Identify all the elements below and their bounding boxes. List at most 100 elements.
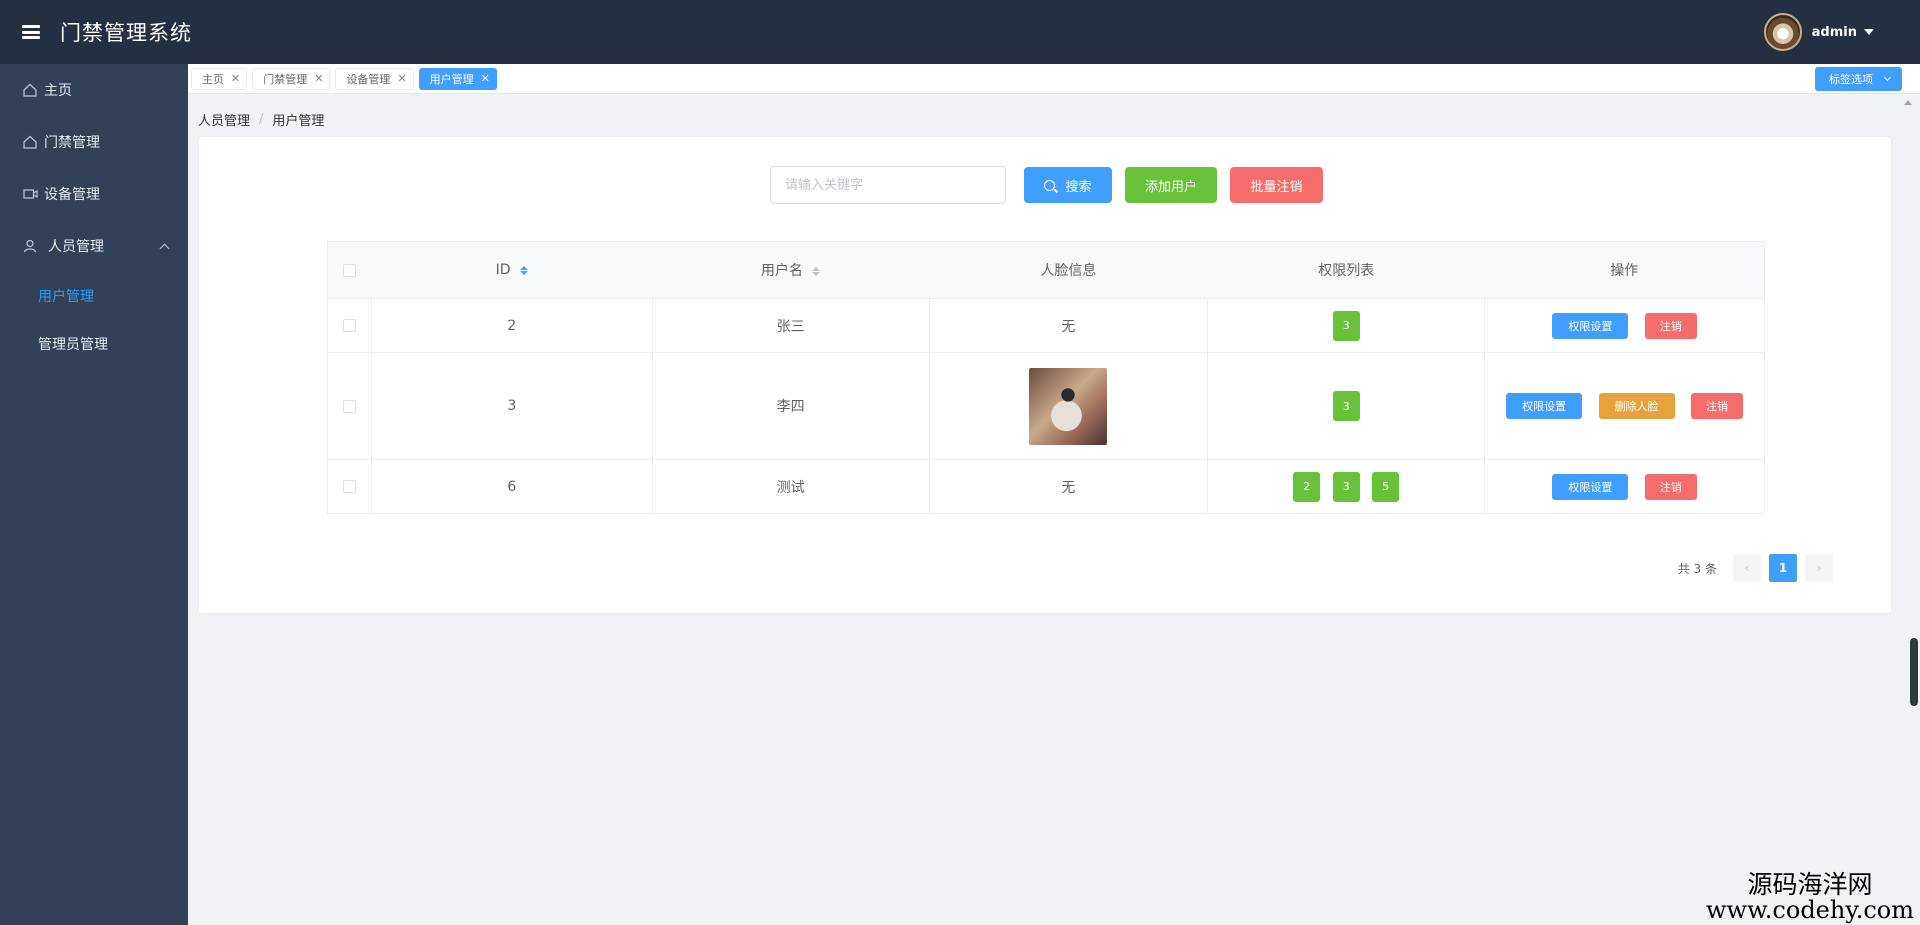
breadcrumb-item-personnel[interactable]: 人员管理 xyxy=(198,110,250,129)
watermark: 源码海洋网 www.codehy.com xyxy=(1706,869,1914,923)
home-icon xyxy=(22,82,38,98)
table-row: 3 李四 3 权限设置 删除人脸 注销 xyxy=(327,352,1765,460)
tab-label: 用户管理 xyxy=(429,72,474,86)
cell-actions: 权限设置 删除人脸 注销 xyxy=(1484,352,1765,460)
batch-deactivate-button[interactable]: 批量注销 xyxy=(1230,167,1323,203)
cell-id: 2 xyxy=(371,298,653,353)
sidebar-item-label: 设备管理 xyxy=(44,187,100,203)
breadcrumb-item-current: 用户管理 xyxy=(272,114,325,129)
sidebar: 主页 门禁管理 设备管理 人员管理 用户管理 管理员管理 xyxy=(0,64,188,925)
tab-home[interactable]: 主页 ✕ xyxy=(191,67,248,90)
search-input[interactable] xyxy=(770,166,1006,204)
cell-username: 张三 xyxy=(652,298,930,353)
watermark-line1: 源码海洋网 xyxy=(1747,869,1873,899)
page-number-button[interactable]: 1 xyxy=(1769,554,1797,582)
header-username-label: 用户名 xyxy=(760,263,803,279)
header-actions: 操作 xyxy=(1484,241,1765,299)
permission-badge: 5 xyxy=(1372,471,1400,502)
sidebar-item-label: 门禁管理 xyxy=(44,135,100,151)
scroll-up-arrow[interactable] xyxy=(1904,100,1912,105)
sort-icon[interactable] xyxy=(520,265,529,275)
permission-badge: 3 xyxy=(1332,471,1360,502)
toolbar: 搜索 添加用户 批量注销 xyxy=(770,166,1323,204)
close-icon[interactable]: ✕ xyxy=(397,72,406,85)
permission-badge: 3 xyxy=(1332,310,1360,341)
breadcrumb-separator: / xyxy=(259,112,264,127)
cell-face: 无 xyxy=(929,459,1209,514)
user-menu[interactable]: admin xyxy=(1763,13,1874,51)
header-permissions: 权限列表 xyxy=(1207,241,1485,299)
cell-username: 测试 xyxy=(652,459,930,514)
search-icon xyxy=(1044,179,1056,191)
sidebar-item-label: 主页 xyxy=(44,83,72,99)
menu-toggle-icon[interactable] xyxy=(22,25,40,39)
chevron-up-icon[interactable] xyxy=(159,243,170,253)
sidebar-item-label: 人员管理 xyxy=(48,239,104,255)
permission-settings-button[interactable]: 权限设置 xyxy=(1552,473,1629,500)
pagination-total: 共 3 条 xyxy=(1677,561,1717,576)
search-button[interactable]: 搜索 xyxy=(1024,167,1112,203)
header-select-all[interactable] xyxy=(327,241,372,299)
sidebar-item-access-control[interactable]: 门禁管理 xyxy=(0,116,188,168)
tab-label: 设备管理 xyxy=(346,72,391,86)
table-row: 2 张三 无 3 权限设置 注销 xyxy=(327,298,1765,353)
tab-user-management[interactable]: 用户管理 ✕ xyxy=(418,67,497,90)
permission-settings-button[interactable]: 权限设置 xyxy=(1552,312,1629,339)
permission-settings-button[interactable]: 权限设置 xyxy=(1506,393,1583,419)
deactivate-button[interactable]: 注销 xyxy=(1691,393,1744,419)
deactivate-button[interactable]: 注销 xyxy=(1644,312,1697,339)
row-checkbox[interactable] xyxy=(342,399,356,413)
tag-options-button[interactable]: 标签选项 xyxy=(1815,67,1902,91)
close-icon[interactable]: ✕ xyxy=(481,72,490,85)
row-checkbox[interactable] xyxy=(342,319,356,332)
permission-badge: 3 xyxy=(1332,391,1360,421)
cell-username: 李四 xyxy=(652,352,930,460)
tag-options-label: 标签选项 xyxy=(1829,73,1873,86)
table-row: 6 测试 无 2 3 5 权限设置 注销 xyxy=(327,459,1765,514)
select-all-checkbox[interactable] xyxy=(343,263,357,277)
search-button-label: 搜索 xyxy=(1065,179,1092,195)
header-username[interactable]: 用户名 xyxy=(652,241,929,299)
face-photo xyxy=(1029,367,1108,445)
username[interactable]: admin xyxy=(1812,25,1857,40)
camera-icon xyxy=(22,186,38,202)
top-header: 门禁管理系统 admin xyxy=(0,0,1920,64)
sidebar-item-personnel[interactable]: 人员管理 xyxy=(0,220,188,272)
avatar[interactable] xyxy=(1763,13,1802,51)
pagination: 共 3 条 ‹ 1 › xyxy=(1678,554,1837,582)
scrollbar-thumb[interactable] xyxy=(1910,638,1918,706)
delete-face-button[interactable]: 删除人脸 xyxy=(1598,393,1675,419)
header-id[interactable]: ID xyxy=(371,241,653,299)
cell-permissions: 3 xyxy=(1207,352,1486,460)
sort-icon[interactable] xyxy=(812,266,821,276)
close-icon[interactable]: ✕ xyxy=(314,72,323,85)
cell-id: 3 xyxy=(371,352,653,460)
tab-devices[interactable]: 设备管理 ✕ xyxy=(335,67,414,90)
table-header-row: ID 用户名 人脸信息 权限列表 操作 xyxy=(327,241,1765,299)
user-icon xyxy=(22,238,38,254)
cell-face: 无 xyxy=(929,298,1209,353)
header-face: 人脸信息 xyxy=(929,241,1208,299)
tab-label: 主页 xyxy=(202,72,224,86)
cell-actions: 权限设置 注销 xyxy=(1484,459,1765,514)
next-page-button[interactable]: › xyxy=(1805,554,1833,582)
prev-page-button[interactable]: ‹ xyxy=(1733,554,1761,582)
cell-face xyxy=(929,352,1209,460)
content-card: 搜索 添加用户 批量注销 ID 用户名 人脸信息 权限列表 操作 xyxy=(198,136,1892,614)
sidebar-item-user-management[interactable]: 用户管理 xyxy=(0,272,188,320)
app-title: 门禁管理系统 xyxy=(60,21,192,45)
door-icon xyxy=(22,134,38,150)
cell-id: 6 xyxy=(371,459,653,514)
caret-down-icon[interactable] xyxy=(1864,29,1874,35)
tab-access-control[interactable]: 门禁管理 ✕ xyxy=(252,67,331,90)
sidebar-item-home[interactable]: 主页 xyxy=(0,64,188,116)
add-user-button[interactable]: 添加用户 xyxy=(1125,167,1217,203)
row-checkbox[interactable] xyxy=(342,480,356,493)
deactivate-button[interactable]: 注销 xyxy=(1644,473,1697,500)
header-id-label: ID xyxy=(495,262,511,278)
tab-label: 门禁管理 xyxy=(263,72,308,86)
close-icon[interactable]: ✕ xyxy=(231,72,240,85)
sidebar-item-admin-management[interactable]: 管理员管理 xyxy=(0,320,188,368)
sidebar-item-devices[interactable]: 设备管理 xyxy=(0,168,188,220)
tabs-bar: 主页 ✕ 门禁管理 ✕ 设备管理 ✕ 用户管理 ✕ 标签选项 xyxy=(188,64,1920,94)
